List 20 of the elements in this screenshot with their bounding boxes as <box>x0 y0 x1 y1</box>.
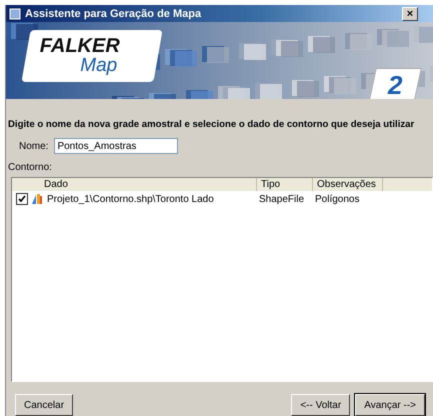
window-title: Assistente para Geração de Mapa <box>25 8 202 20</box>
next-button[interactable]: Avançar --> <box>355 394 425 416</box>
checkbox[interactable] <box>16 193 28 205</box>
logo-text: Map <box>80 56 118 76</box>
table-cell-text: Polígonos <box>314 194 360 204</box>
table-cell-text: Projeto_1\Contorno.shp\Toronto Lado <box>46 194 215 204</box>
layer-icon <box>31 193 43 205</box>
column-header[interactable]: Observações <box>313 178 383 191</box>
name-label: Nome: <box>19 140 48 152</box>
contour-label: Contorno: <box>8 162 53 173</box>
instruction-text: Digite o nome da nova grade amostral e selecione o dado de contorno que deseja utilizar <box>8 119 416 130</box>
logo-text: FALKER <box>40 36 121 56</box>
name-input[interactable]: Pontos_Amostras <box>54 138 178 154</box>
back-button[interactable]: <-- Voltar <box>291 394 350 416</box>
cancel-button[interactable]: Cancelar <box>15 394 74 416</box>
column-header[interactable]: Tipo <box>257 178 313 191</box>
table-cell-text: ShapeFile <box>258 194 306 204</box>
column-header[interactable]: Dado <box>12 178 257 191</box>
window-icon <box>9 8 21 20</box>
close-button[interactable]: × <box>402 6 418 21</box>
